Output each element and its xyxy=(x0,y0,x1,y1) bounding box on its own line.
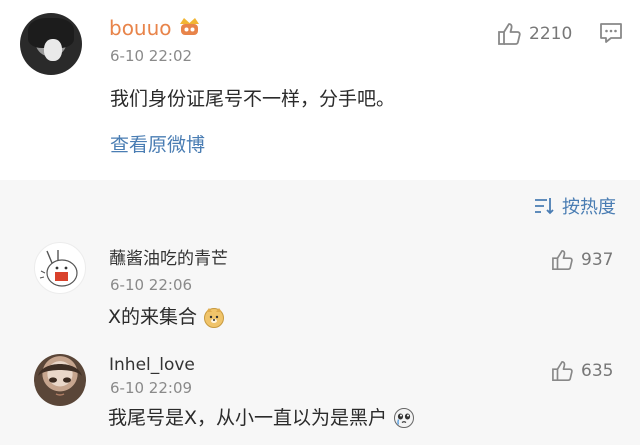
crying-emoji xyxy=(394,408,415,428)
sort-icon xyxy=(535,198,554,215)
sort-by-hot-button[interactable]: 按热度 xyxy=(534,193,616,219)
rabbit-avatar-icon xyxy=(39,250,78,287)
comment-like-count: 635 xyxy=(581,361,614,381)
comment-item: 蘸酱油吃的青芒 6-10 22:06 937 X的来集合 xyxy=(0,230,640,340)
view-original-link[interactable]: 查看原微博 xyxy=(110,132,205,158)
comment-like-button[interactable]: 635 xyxy=(551,360,613,382)
comment-like-button[interactable]: 937 xyxy=(551,249,613,271)
comment-icon[interactable] xyxy=(599,22,623,44)
comment-item: Inhel_love 6-10 22:09 635 我尾号是X，从小一直以为是黑… xyxy=(0,340,640,445)
comment-text-content: 我尾号是X，从小一直以为是黑户 xyxy=(108,407,388,429)
commenter-avatar[interactable] xyxy=(34,354,86,406)
comment-timestamp: 6-10 22:09 xyxy=(110,379,193,397)
post-like-count: 2210 xyxy=(529,24,573,44)
comment-like-count: 937 xyxy=(581,250,614,270)
comment-timestamp: 6-10 22:06 xyxy=(110,276,193,294)
comment-text-content: X的来集合 xyxy=(108,306,198,328)
person-avatar-icon xyxy=(38,364,82,396)
post-text: 我们身份证尾号不一样，分手吧。 xyxy=(110,88,396,110)
commenter-name[interactable]: Inhel_love xyxy=(109,354,195,376)
post-author-avatar[interactable] xyxy=(20,13,82,75)
vip-badge-icon xyxy=(180,18,199,35)
doge-emoji xyxy=(204,308,225,328)
sort-label: 按热度 xyxy=(562,197,616,218)
post-like-button[interactable]: 2210 xyxy=(497,22,572,46)
commenter-avatar[interactable] xyxy=(34,242,86,294)
post-card: bouuo 6-10 22:02 2210 我们身份证尾号不一样，分手吧。 查看… xyxy=(0,0,640,180)
post-timestamp: 6-10 22:02 xyxy=(110,47,193,65)
thumbs-up-icon xyxy=(552,250,573,270)
post-username[interactable]: bouuo xyxy=(109,16,172,40)
comment-text: X的来集合 xyxy=(108,305,225,329)
comment-text: 我尾号是X，从小一直以为是黑户 xyxy=(108,406,415,430)
commenter-name[interactable]: 蘸酱油吃的青芒 xyxy=(109,248,228,270)
thumbs-up-icon xyxy=(498,23,521,45)
thumbs-up-icon xyxy=(552,361,573,381)
